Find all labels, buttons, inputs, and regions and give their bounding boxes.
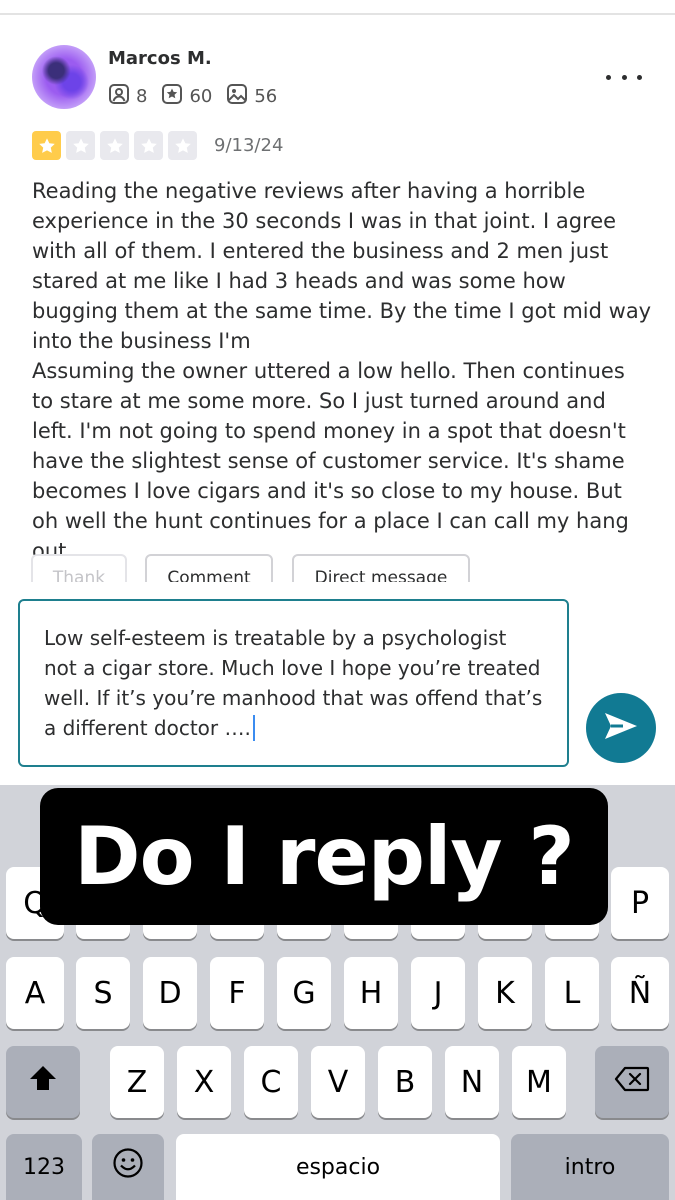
key-a[interactable]: A [6,957,64,1029]
key-c[interactable]: C [244,1046,298,1118]
review-text: Reading the negative reviews after havin… [32,179,652,563]
delete-key[interactable] [595,1046,669,1118]
return-key[interactable]: intro [511,1134,669,1200]
emoji-icon [112,1147,144,1187]
key-p[interactable]: P [611,867,669,939]
star-rating [32,131,202,160]
star-icon [66,131,95,160]
key-s[interactable]: S [76,957,130,1029]
key-n[interactable]: N [445,1046,499,1118]
key-g[interactable]: G [277,957,331,1029]
reviews-count: 60 [189,86,213,107]
overlay-caption: Do I reply ? [40,788,608,925]
key-j[interactable]: J [411,957,465,1029]
text-caret [252,715,255,741]
more-options-icon[interactable] [606,62,642,92]
star-icon [32,131,61,160]
photos-count: 56 [254,86,278,107]
review-actions: Thank Comment Direct message [31,554,671,582]
key-f[interactable]: F [210,957,264,1029]
thank-button[interactable]: Thank [31,554,127,582]
reviewer-avatar[interactable] [32,45,96,109]
key-m[interactable]: M [512,1046,566,1118]
shift-key[interactable] [6,1046,80,1118]
key-h[interactable]: H [344,957,398,1029]
photo-icon [226,83,254,110]
backspace-icon [614,1065,650,1100]
key-l[interactable]: L [545,957,599,1029]
comment-input-value: Low self-esteem is treatable by a psycho… [44,626,543,740]
comment-button[interactable]: Comment [145,554,273,582]
reviewer-name[interactable]: Marcos M. [108,48,212,69]
key-d[interactable]: D [143,957,197,1029]
friends-icon [108,83,136,110]
emoji-key[interactable] [92,1134,164,1200]
space-key[interactable]: espacio [176,1134,500,1200]
key-k[interactable]: K [478,957,532,1029]
key-n-tilde[interactable]: Ñ [611,957,669,1029]
photos-stat: 56 [226,83,277,110]
shift-icon [28,1064,58,1100]
reviewer-stats: 8 60 56 [108,83,291,110]
send-button[interactable] [586,693,656,763]
key-v[interactable]: V [311,1046,365,1118]
key-x[interactable]: X [177,1046,231,1118]
key-z[interactable]: Z [110,1046,164,1118]
friends-count: 8 [136,86,148,107]
top-divider [0,13,675,15]
reviews-stat: 60 [161,83,212,110]
star-icon [100,131,129,160]
star-icon [168,131,197,160]
friends-stat: 8 [108,83,147,110]
send-icon [603,711,639,745]
review-star-icon [161,83,189,110]
direct-message-button[interactable]: Direct message [292,554,470,582]
key-b[interactable]: B [378,1046,432,1118]
comment-input[interactable]: Low self-esteem is treatable by a psycho… [18,599,569,767]
numbers-key[interactable]: 123 [6,1134,82,1200]
star-icon [134,131,163,160]
review-date: 9/13/24 [214,135,284,156]
